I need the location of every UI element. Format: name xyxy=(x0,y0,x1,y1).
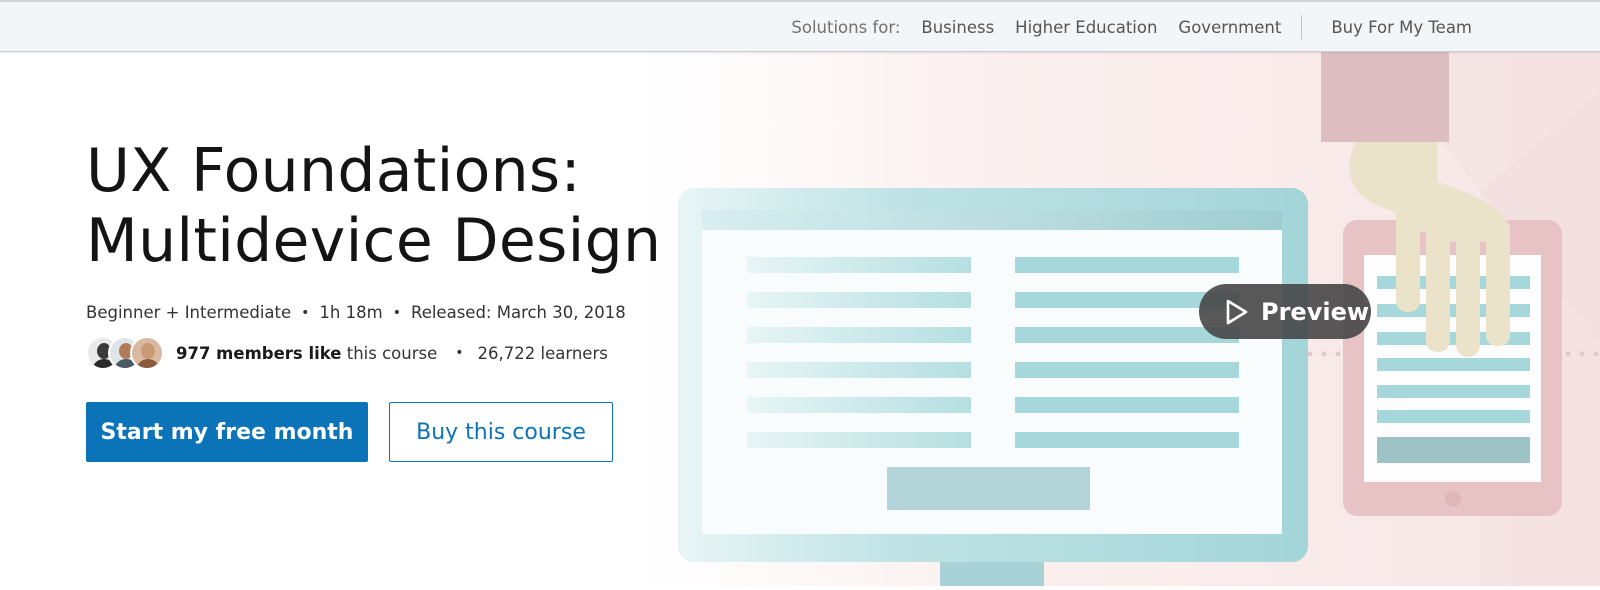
solutions-nav: Solutions for: Business Higher Education… xyxy=(791,2,1472,52)
solutions-label: Solutions for: xyxy=(791,17,901,37)
learners-count: 26,722 learners xyxy=(477,343,608,363)
members-like-count: 977 members like this course xyxy=(176,344,437,363)
course-meta: Beginner + Intermediate • 1h 18m • Relea… xyxy=(86,303,886,322)
preview-button[interactable]: Preview xyxy=(1199,284,1371,339)
avatar xyxy=(130,336,164,370)
play-icon xyxy=(1226,299,1248,324)
member-avatars xyxy=(86,336,164,370)
start-free-month-button[interactable]: Start my free month xyxy=(86,402,368,462)
course-release-date: Released: March 30, 2018 xyxy=(410,303,626,322)
social-proof: 977 members like this course • 26,722 le… xyxy=(86,336,886,370)
buy-course-button[interactable]: Buy this course xyxy=(389,402,613,462)
course-hero: UX Foundations: Multidevice Design Begin… xyxy=(86,136,886,462)
nav-link-business[interactable]: Business xyxy=(921,18,994,37)
nav-link-government[interactable]: Government xyxy=(1178,18,1281,37)
cta-buttons: Start my free month Buy this course xyxy=(86,402,886,462)
course-level: Beginner + Intermediate xyxy=(86,303,292,322)
meta-separator: • xyxy=(301,304,310,321)
meta-separator: • xyxy=(392,304,401,321)
nav-divider xyxy=(1301,15,1303,39)
preview-label: Preview xyxy=(1261,297,1370,326)
buy-for-my-team-link[interactable]: Buy For My Team xyxy=(1331,18,1472,37)
members-like-bold: 977 members like xyxy=(176,343,342,363)
members-like-rest: this course xyxy=(341,343,438,363)
meta-separator: • xyxy=(455,345,464,361)
course-duration: 1h 18m xyxy=(319,303,383,322)
top-nav-bar: Solutions for: Business Higher Education… xyxy=(0,0,1600,52)
course-title: UX Foundations: Multidevice Design xyxy=(86,136,662,276)
nav-link-higher-education[interactable]: Higher Education xyxy=(1015,18,1157,37)
